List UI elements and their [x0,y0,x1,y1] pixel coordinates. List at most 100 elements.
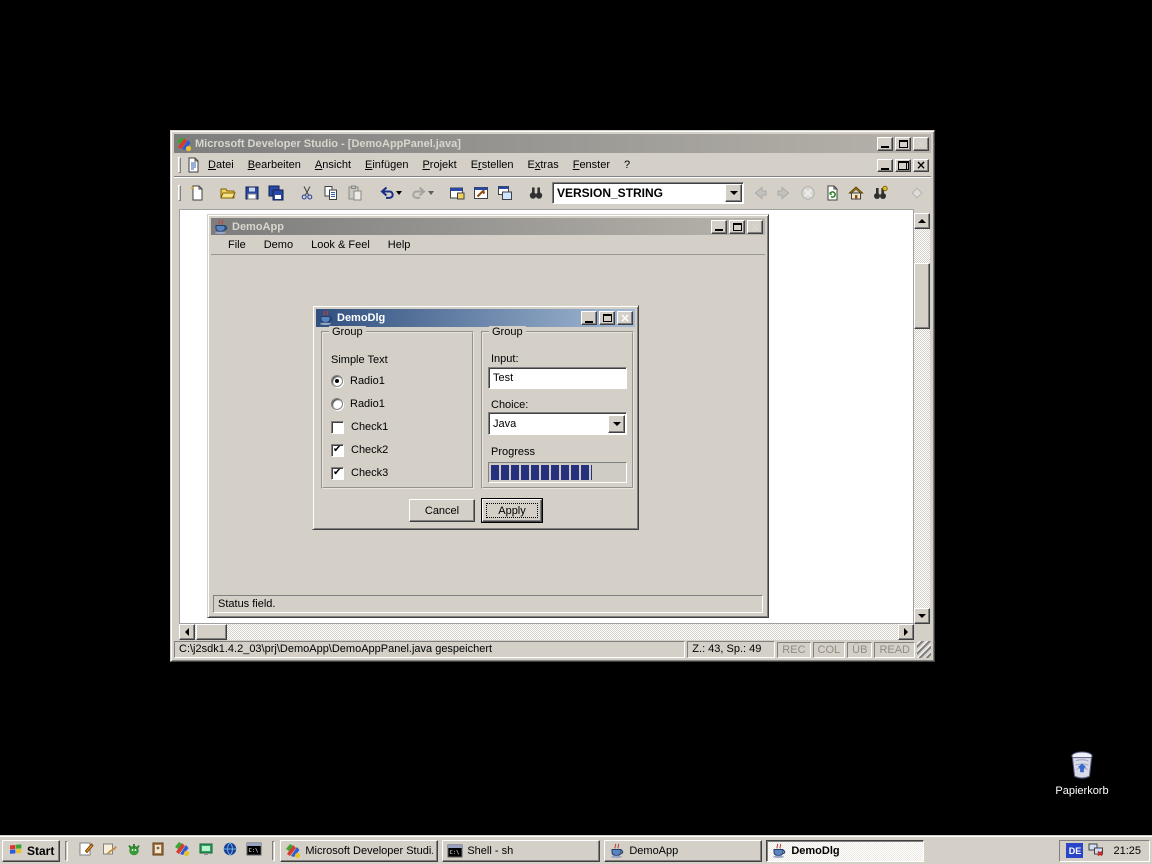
minimize-button[interactable] [711,220,727,234]
forward-icon [776,185,792,201]
minimize-button[interactable] [877,137,893,151]
window-split-button[interactable] [445,181,469,205]
close-button[interactable]: × [913,137,929,151]
quicklaunch-globe-button[interactable] [220,841,240,861]
choice-combobox[interactable]: Java [488,412,627,435]
window-layout-button[interactable] [493,181,517,205]
indicator-col: COL [813,642,846,658]
cancel-button[interactable]: Cancel [409,499,475,522]
new-document-button[interactable] [185,181,209,205]
checkbox-check2-checked[interactable] [331,444,344,457]
quicklaunch-editor-button[interactable] [76,841,96,861]
menu-extras[interactable]: Extras [521,157,566,173]
menu-demo[interactable]: Demo [255,237,302,253]
taskbar: Start C:\ Microsoft Developer Studi...C:… [0,836,1152,864]
component-button [905,181,929,205]
radio-radio1-checked[interactable] [331,375,343,387]
taskbar-task-demoapp[interactable]: DemoApp [604,840,762,862]
menu-file[interactable]: File [219,237,255,253]
maximize-button[interactable] [895,137,911,151]
undo-button[interactable] [374,181,406,205]
maximize-button[interactable] [599,311,615,325]
checkbox-check3-checked[interactable] [331,467,344,480]
scroll-right-button[interactable] [898,624,914,640]
checkbox-check1-unchecked[interactable] [331,421,344,434]
network-status-icon[interactable] [1088,841,1104,860]
msdev-titlebar[interactable]: Microsoft Developer Studio - [DemoAppPan… [174,134,931,153]
scroll-down-button[interactable] [914,608,930,624]
mdi-close-button[interactable]: × [913,159,929,172]
search-button[interactable] [868,181,892,205]
resize-grip[interactable] [917,641,931,658]
close-button[interactable]: × [747,220,763,234]
menu-einfügen[interactable]: Einfügen [358,157,415,173]
mdi-restore-button[interactable] [895,159,911,172]
home-button[interactable] [844,181,868,205]
copy-button[interactable] [319,181,343,205]
save-button[interactable] [240,181,264,205]
demoapp-titlebar[interactable]: DemoApp × [211,218,765,235]
taskbar-task-demodlg[interactable]: DemoDlg [766,840,924,862]
keyboard-layout-indicator[interactable]: DE [1066,843,1083,858]
scroll-left-button[interactable] [179,624,195,640]
version-combobox[interactable]: VERSION_STRING [552,182,744,204]
scroll-up-button[interactable] [914,213,930,229]
open-folder-icon [220,185,236,201]
recycle-bin-icon[interactable]: Papierkorb [1048,746,1116,797]
menu-help[interactable]: Help [379,237,420,253]
taskbar-task-microsoft-developer-studi[interactable]: Microsoft Developer Studi... [280,840,438,862]
combobox-dropdown-button[interactable] [725,184,742,202]
close-button[interactable]: × [617,311,633,325]
quicklaunch-creature-button[interactable] [124,841,144,861]
demoapp-menus: FileDemoLook & FeelHelp [219,237,419,253]
mdi-minimize-button[interactable] [877,159,893,172]
cut-button[interactable] [295,181,319,205]
save-all-icon [268,185,284,201]
menubar-grip[interactable] [178,157,181,173]
quicklaunch-netmeeting-button[interactable] [196,841,216,861]
menu-projekt[interactable]: Projekt [415,157,463,173]
document-icon[interactable] [185,157,201,173]
open-folder-button[interactable] [216,181,240,205]
horizontal-scrollbar[interactable] [179,624,914,640]
find-button[interactable] [524,181,548,205]
menu-help[interactable]: ? [617,157,637,173]
indicator-üb: ÜB [847,642,872,658]
quicklaunch-msdev-button[interactable] [172,841,192,861]
save-all-button[interactable] [264,181,288,205]
taskbar-tasks: Microsoft Developer Studi...C:\Shell - s… [280,840,1056,862]
menu-ansicht[interactable]: Ansicht [308,157,358,173]
maximize-button[interactable] [729,220,745,234]
menu-bearbeiten[interactable]: Bearbeiten [241,157,308,173]
choice-dropdown-button[interactable] [608,415,625,433]
minimize-button[interactable] [581,311,597,325]
copy-icon [323,185,339,201]
vertical-scrollbar-thumb[interactable] [914,263,930,329]
toolbar-grip[interactable] [178,185,181,201]
horizontal-scrollbar-thumb[interactable] [196,624,227,640]
refresh-button[interactable] [820,181,844,205]
checkbox-row: Check1 [331,420,388,434]
quicklaunch-console-button[interactable]: C:\ [244,841,264,861]
vertical-scrollbar[interactable] [914,213,930,624]
refresh-icon [824,185,840,201]
menu-datei[interactable]: Datei [201,157,241,173]
menu-look-feel[interactable]: Look & Feel [302,237,379,253]
build-tool-button[interactable] [469,181,493,205]
forward-button [772,181,796,205]
apply-button[interactable]: Apply [482,499,542,522]
input-field[interactable] [488,367,627,389]
taskbar-task-shell-sh[interactable]: C:\Shell - sh [442,840,600,862]
demodlg-titlebar[interactable]: DemoDlg × [316,309,635,327]
quick-launch-bar: C:\ [73,841,267,861]
quicklaunch-stationery-button[interactable] [100,841,120,861]
quicklaunch-address-book-button[interactable] [148,841,168,861]
msdev-toolbar: VERSION_STRING [174,178,931,207]
menu-erstellen[interactable]: Erstellen [464,157,521,173]
demoapp-title: DemoApp [232,221,708,233]
menu-fenster[interactable]: Fenster [566,157,617,173]
radio-radio1-unchecked[interactable] [331,398,343,410]
choice-value: Java [489,418,608,430]
start-button[interactable]: Start [2,840,60,862]
save-icon [244,185,260,201]
